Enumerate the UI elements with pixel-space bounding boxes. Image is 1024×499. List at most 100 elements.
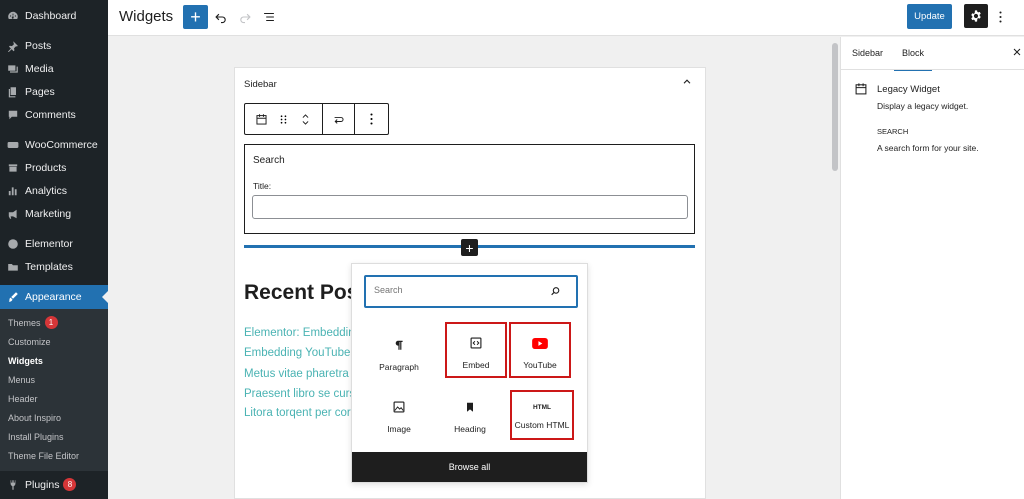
editor-toolbar: Widgets + Update <box>108 0 1024 36</box>
block-image[interactable]: Image <box>368 388 430 444</box>
chevron-up-icon[interactable] <box>680 75 694 89</box>
products-icon <box>6 161 20 175</box>
recent-post-link[interactable]: Praesent libro se curs <box>244 388 355 400</box>
megaphone-icon <box>6 207 20 221</box>
submenu-menus[interactable]: Menus <box>0 370 108 389</box>
legacy-search-widget[interactable]: Search Title: <box>244 144 695 234</box>
menu-label: Media <box>25 62 54 75</box>
submenu-header[interactable]: Header <box>0 389 108 408</box>
page-title: Widgets <box>119 8 174 25</box>
submenu-themes[interactable]: Themes 1 <box>0 313 108 332</box>
insert-block-plus-icon[interactable]: + <box>461 239 478 256</box>
block-name: Legacy Widget <box>877 84 940 95</box>
title-field-label: Title: <box>253 181 272 191</box>
widget-section-description: A search form for your site. <box>877 143 979 153</box>
submenu-about-inspiro[interactable]: About Inspiro <box>0 408 108 427</box>
menu-label: Comments <box>25 108 76 121</box>
menu-label: Dashboard <box>25 9 77 22</box>
submenu-theme-file-editor[interactable]: Theme File Editor <box>0 446 108 465</box>
appearance-submenu: Themes 1 Customize Widgets Menus Header A… <box>0 309 108 471</box>
dashboard-icon <box>6 9 20 23</box>
menu-item-templates[interactable]: Templates <box>0 255 108 278</box>
widget-area-title: Sidebar <box>244 79 277 90</box>
transform-icon[interactable] <box>328 105 350 133</box>
block-inserter-popover: Paragraph Embed YouTube Image Heading HT… <box>351 263 588 483</box>
menu-item-woocommerce[interactable]: WooCommerce <box>0 133 108 156</box>
folder-icon <box>6 260 20 274</box>
menu-label: Products <box>25 161 67 174</box>
tab-block[interactable]: Block <box>893 48 933 71</box>
menu-item-pages[interactable]: Pages <box>0 80 108 103</box>
undo-icon[interactable] <box>212 8 230 26</box>
menu-item-elementor[interactable]: Elementor <box>0 232 108 255</box>
drag-handle-icon[interactable] <box>273 105 295 133</box>
menu-label: WooCommerce <box>25 138 98 151</box>
menu-label: Plugins <box>25 478 60 491</box>
recent-post-link[interactable]: Embedding YouTube <box>244 347 350 359</box>
menu-label: Templates <box>25 260 73 273</box>
recent-post-link[interactable]: Litora torqent per cor <box>244 407 351 419</box>
menu-label: Appearance <box>25 291 82 303</box>
menu-item-marketing[interactable]: Marketing <box>0 202 108 225</box>
canvas-scrollbar[interactable] <box>832 43 838 171</box>
more-options-icon[interactable] <box>361 105 383 133</box>
plugins-count-badge: 8 <box>63 478 77 491</box>
submenu-widgets[interactable]: Widgets <box>0 351 108 370</box>
woocommerce-icon <box>6 138 20 152</box>
block-custom-html[interactable]: HTML Custom HTML <box>510 390 574 440</box>
menu-item-posts[interactable]: Posts <box>0 34 108 57</box>
submenu-install-plugins[interactable]: Install Plugins <box>0 427 108 446</box>
recent-post-link[interactable]: Elementor: Embeddin <box>244 327 355 339</box>
block-toolbar-group <box>245 104 323 134</box>
recent-post-link[interactable]: Metus vitae pharetra <box>244 368 349 380</box>
block-embed[interactable]: Embed <box>445 322 507 378</box>
block-toolbar <box>244 103 389 135</box>
recent-posts-heading: Recent Pos <box>244 281 359 304</box>
bookmark-icon <box>464 396 476 418</box>
add-block-button[interactable]: + <box>183 5 208 29</box>
menu-item-analytics[interactable]: Analytics <box>0 179 108 202</box>
block-toolbar-group <box>355 104 388 134</box>
block-paragraph[interactable]: Paragraph <box>368 326 430 382</box>
inserter-search-box <box>364 275 578 308</box>
options-menu-icon[interactable] <box>995 8 1005 26</box>
browse-all-button[interactable]: Browse all <box>352 452 587 482</box>
paragraph-icon <box>393 334 405 356</box>
redo-icon[interactable] <box>236 8 254 26</box>
update-count-badge: 1 <box>44 316 58 329</box>
block-youtube[interactable]: YouTube <box>509 322 571 378</box>
brush-icon <box>6 290 20 304</box>
youtube-icon <box>532 332 548 354</box>
calendar-icon[interactable] <box>251 105 273 133</box>
pin-icon <box>6 39 20 53</box>
close-icon[interactable] <box>1011 46 1023 58</box>
move-up-down-icon[interactable] <box>295 105 317 133</box>
analytics-icon <box>6 184 20 198</box>
widget-title: Search <box>253 155 285 166</box>
tab-sidebar[interactable]: Sidebar <box>852 48 883 58</box>
plug-icon <box>6 478 20 492</box>
elementor-icon <box>6 237 20 251</box>
admin-menu: Dashboard Posts Media Pages Comments Woo… <box>0 0 108 499</box>
menu-item-media[interactable]: Media <box>0 57 108 80</box>
search-icon[interactable] <box>549 285 562 298</box>
list-view-icon[interactable] <box>260 8 278 26</box>
menu-label: Pages <box>25 85 55 98</box>
menu-item-plugins[interactable]: Plugins 8 <box>0 473 108 496</box>
title-input[interactable] <box>252 195 688 219</box>
settings-sidebar: Sidebar Block Legacy Widget Display a le… <box>840 37 1024 499</box>
menu-item-appearance[interactable]: Appearance <box>0 285 108 309</box>
inserter-search-input[interactable] <box>374 285 544 295</box>
block-toolbar-group <box>323 104 355 134</box>
menu-item-comments[interactable]: Comments <box>0 103 108 126</box>
image-icon <box>392 396 406 418</box>
menu-label: Analytics <box>25 184 68 197</box>
submenu-customize[interactable]: Customize <box>0 332 108 351</box>
update-button[interactable]: Update <box>907 4 952 29</box>
settings-gear-button[interactable] <box>964 4 988 28</box>
menu-item-products[interactable]: Products <box>0 156 108 179</box>
menu-label: Elementor <box>25 237 73 250</box>
block-heading[interactable]: Heading <box>439 388 501 444</box>
calendar-icon <box>854 82 868 96</box>
menu-item-dashboard[interactable]: Dashboard <box>0 4 108 27</box>
